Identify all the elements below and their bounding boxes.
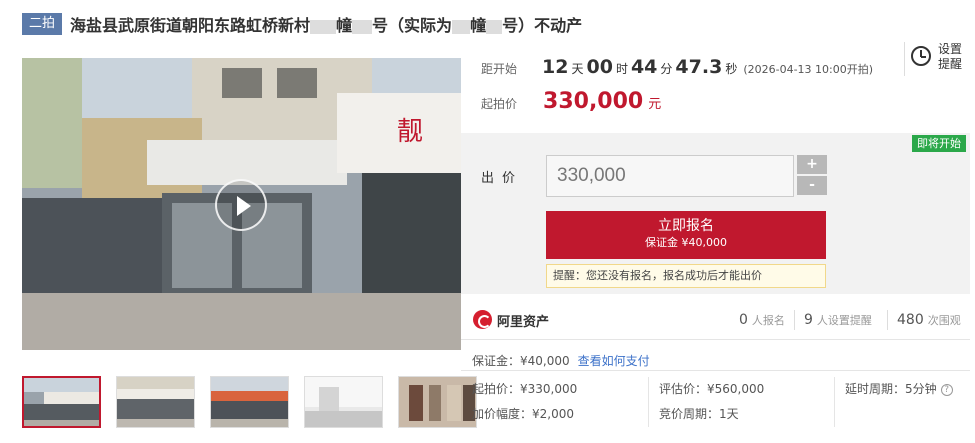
countdown-hours: 00	[586, 56, 613, 78]
registered-count: 0 人报名	[739, 312, 785, 328]
signup-button[interactable]: 立即报名 保证金 ¥40,000	[546, 211, 826, 259]
countdown-days: 12	[542, 56, 569, 78]
signup-label: 立即报名	[658, 218, 714, 234]
bid-label: 出价	[481, 171, 524, 186]
main-property-photo[interactable]: 靓	[22, 58, 461, 350]
page-title: 海盐县武原街道朝阳东路虹桥新村幢号（实际为幢号）不动产	[70, 16, 583, 35]
reminder-count: 9 人设置提醒	[804, 312, 872, 328]
detail-extension: 延时周期：5分钟?	[845, 380, 953, 397]
set-reminder-button[interactable]: 设置提醒	[904, 42, 964, 76]
views-count: 480 次围观	[897, 312, 961, 328]
help-icon[interactable]: ?	[940, 383, 953, 396]
status-badge: 即将开始	[912, 135, 966, 152]
detail-appraisal: 评估价：¥560,000	[659, 382, 765, 396]
bid-amount-input[interactable]: 330,000	[546, 155, 794, 197]
decrease-bid-button[interactable]: -	[797, 176, 827, 195]
thumbnail-4[interactable]	[304, 376, 383, 428]
ali-assets-logo-icon	[473, 310, 492, 329]
detail-bid-period: 竞价周期：1天	[659, 407, 739, 421]
how-to-pay-link[interactable]: 查看如何支付	[578, 354, 650, 368]
title-row: 二拍 海盐县武原街道朝阳东路虹桥新村幢号（实际为幢号）不动产	[22, 12, 582, 36]
thumbnail-3[interactable]	[210, 376, 289, 428]
detail-increment: 加价幅度：¥2,000	[472, 407, 574, 421]
thumbnail-strip	[22, 376, 492, 428]
brand-name: 阿里资产	[497, 315, 550, 330]
thumbnail-1[interactable]	[22, 376, 101, 428]
starting-price-label: 起拍价	[481, 97, 518, 111]
alarm-clock-icon	[911, 46, 931, 66]
signup-deposit: 保证金 ¥40,000	[645, 236, 727, 249]
deposit-row: 保证金：¥40,000 查看如何支付	[472, 352, 650, 369]
starting-price-unit: 元	[648, 97, 662, 112]
bid-panel: 即将开始 出价 330,000 + - 立即报名 保证金 ¥40,000 提醒：…	[461, 133, 970, 294]
countdown-minutes: 44	[630, 56, 658, 78]
countdown-seconds: 47.3	[675, 56, 723, 78]
signup-tip: 提醒：您还没有报名，报名成功后才能出价	[546, 264, 826, 288]
auction-details: 起拍价：¥330,000 加价幅度：¥2,000 评估价：¥560,000 竞价…	[461, 370, 970, 430]
start-time-note: (2026-04-13 10:00开拍)	[743, 63, 874, 76]
thumbnail-2[interactable]	[116, 376, 195, 428]
video-play-icon[interactable]	[215, 179, 267, 231]
starting-price-value: 330,000	[543, 89, 644, 114]
stats-row: 阿里资产 0 人报名 9 人设置提醒 480 次围观	[461, 300, 970, 340]
deposit-text: 保证金：¥40,000	[472, 354, 570, 368]
auction-round-badge: 二拍	[22, 13, 63, 35]
detail-start-price: 起拍价：¥330,000	[472, 382, 578, 396]
countdown-label: 距开始	[481, 62, 518, 76]
svg-text:靓: 靓	[397, 117, 423, 147]
set-reminder-label: 设置提醒	[938, 42, 963, 71]
increase-bid-button[interactable]: +	[797, 155, 827, 174]
starting-price: 起拍价 330,000 元	[481, 89, 661, 114]
countdown-timer: 距开始 12 天 00 时 44 分 47.3 秒 (2026-04-13 10…	[481, 56, 874, 78]
